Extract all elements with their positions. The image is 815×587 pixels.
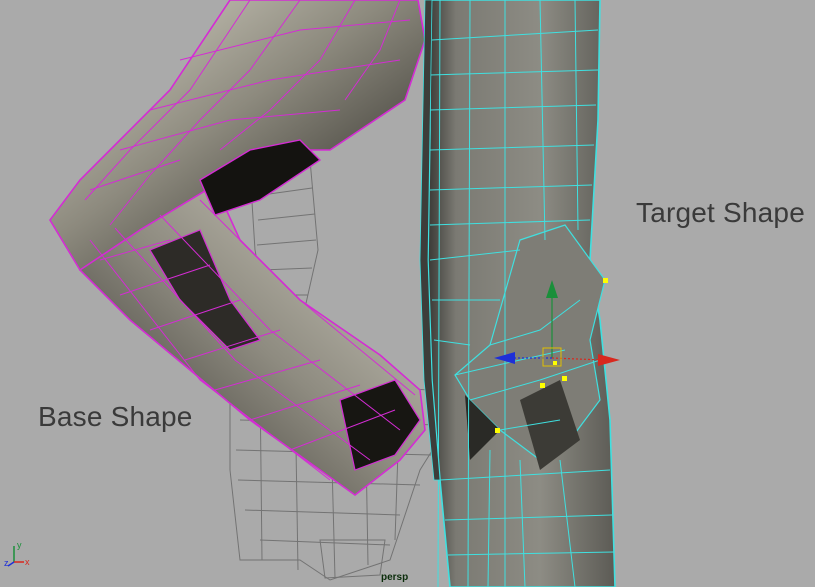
scene-render[interactable] — [0, 0, 815, 587]
target-shape-mesh[interactable] — [419, 0, 616, 587]
camera-name-label: persp — [381, 572, 409, 583]
target-shape-label: Target Shape — [636, 197, 805, 228]
axis-y-label: y — [17, 540, 22, 550]
axis-x-label: x — [25, 557, 30, 567]
view-axis-icon: y z x — [4, 540, 30, 568]
maya-perspective-viewport[interactable]: Target Shape Base Shape y z x persp — [0, 0, 815, 587]
base-shape-label: Base Shape — [38, 401, 193, 432]
axis-z-label: z — [4, 558, 9, 568]
